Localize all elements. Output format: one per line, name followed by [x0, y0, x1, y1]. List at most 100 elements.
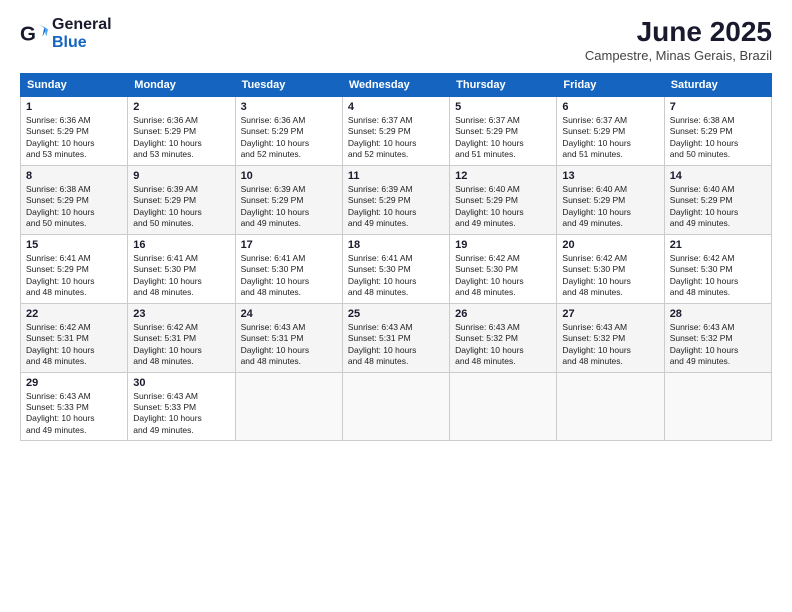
day-number: 3 [241, 101, 337, 113]
calendar-cell: 17 Sunrise: 6:41 AM Sunset: 5:30 PM Dayli… [235, 234, 342, 303]
location-subtitle: Campestre, Minas Gerais, Brazil [585, 48, 772, 63]
day-info: Sunrise: 6:41 AM Sunset: 5:30 PM Dayligh… [241, 253, 337, 299]
col-friday: Friday [557, 74, 664, 97]
day-number: 1 [26, 101, 122, 113]
day-info: Sunrise: 6:37 AM Sunset: 5:29 PM Dayligh… [455, 115, 551, 161]
calendar-cell: 9 Sunrise: 6:39 AM Sunset: 5:29 PM Daylig… [128, 165, 235, 234]
day-number: 6 [562, 101, 658, 113]
month-title: June 2025 [585, 16, 772, 48]
day-number: 25 [348, 308, 444, 320]
day-info: Sunrise: 6:39 AM Sunset: 5:29 PM Dayligh… [348, 184, 444, 230]
calendar-cell: 7Sunrise: 6:38 AM Sunset: 5:29 PM Daylig… [664, 97, 771, 166]
day-number: 12 [455, 170, 551, 182]
day-info: Sunrise: 6:43 AM Sunset: 5:32 PM Dayligh… [455, 322, 551, 368]
day-info: Sunrise: 6:42 AM Sunset: 5:30 PM Dayligh… [670, 253, 766, 299]
calendar-cell [342, 372, 449, 441]
calendar-cell [235, 372, 342, 441]
page-header: G General Blue June 2025 Campestre, Mina… [20, 16, 772, 63]
calendar-cell: 11 Sunrise: 6:39 AM Sunset: 5:29 PM Dayli… [342, 165, 449, 234]
calendar-cell: 3 Sunrise: 6:36 AM Sunset: 5:29 PM Daylig… [235, 97, 342, 166]
day-info: Sunrise: 6:42 AM Sunset: 5:30 PM Dayligh… [455, 253, 551, 299]
calendar-cell [557, 372, 664, 441]
calendar-week-3: 15 Sunrise: 6:41 AM Sunset: 5:29 PM Dayli… [21, 234, 772, 303]
day-number: 15 [26, 239, 122, 251]
calendar-table: Sunday Monday Tuesday Wednesday Thursday… [20, 73, 772, 441]
day-number: 14 [670, 170, 766, 182]
day-number: 11 [348, 170, 444, 182]
day-number: 9 [133, 170, 229, 182]
day-number: 19 [455, 239, 551, 251]
day-info: Sunrise: 6:43 AM Sunset: 5:33 PM Dayligh… [26, 391, 122, 437]
calendar-cell: 5Sunrise: 6:37 AM Sunset: 5:29 PM Daylig… [450, 97, 557, 166]
day-number: 27 [562, 308, 658, 320]
col-saturday: Saturday [664, 74, 771, 97]
day-info: Sunrise: 6:42 AM Sunset: 5:31 PM Dayligh… [133, 322, 229, 368]
day-number: 21 [670, 239, 766, 251]
calendar-cell: 19 Sunrise: 6:42 AM Sunset: 5:30 PM Dayli… [450, 234, 557, 303]
day-info: Sunrise: 6:37 AM Sunset: 5:29 PM Dayligh… [562, 115, 658, 161]
day-number: 23 [133, 308, 229, 320]
calendar-cell: 15 Sunrise: 6:41 AM Sunset: 5:29 PM Dayli… [21, 234, 128, 303]
svg-text:G: G [20, 22, 36, 45]
logo-blue-text: Blue [52, 34, 112, 52]
day-info: Sunrise: 6:36 AM Sunset: 5:29 PM Dayligh… [26, 115, 122, 161]
day-info: Sunrise: 6:38 AM Sunset: 5:29 PM Dayligh… [26, 184, 122, 230]
day-info: Sunrise: 6:39 AM Sunset: 5:29 PM Dayligh… [133, 184, 229, 230]
logo-icon: G [20, 20, 48, 48]
day-info: Sunrise: 6:43 AM Sunset: 5:32 PM Dayligh… [670, 322, 766, 368]
day-info: Sunrise: 6:43 AM Sunset: 5:31 PM Dayligh… [348, 322, 444, 368]
day-number: 4 [348, 101, 444, 113]
day-info: Sunrise: 6:37 AM Sunset: 5:29 PM Dayligh… [348, 115, 444, 161]
calendar-cell: 4 Sunrise: 6:37 AM Sunset: 5:29 PM Daylig… [342, 97, 449, 166]
calendar-cell: 30Sunrise: 6:43 AM Sunset: 5:33 PM Dayli… [128, 372, 235, 441]
day-number: 26 [455, 308, 551, 320]
day-number: 8 [26, 170, 122, 182]
calendar-week-4: 22Sunrise: 6:42 AM Sunset: 5:31 PM Dayli… [21, 303, 772, 372]
calendar-cell: 8 Sunrise: 6:38 AM Sunset: 5:29 PM Daylig… [21, 165, 128, 234]
day-number: 2 [133, 101, 229, 113]
logo: G General Blue [20, 16, 112, 51]
calendar-cell: 27 Sunrise: 6:43 AM Sunset: 5:32 PM Dayli… [557, 303, 664, 372]
calendar-week-1: 1 Sunrise: 6:36 AM Sunset: 5:29 PM Daylig… [21, 97, 772, 166]
day-number: 20 [562, 239, 658, 251]
day-number: 18 [348, 239, 444, 251]
calendar-cell: 2 Sunrise: 6:36 AM Sunset: 5:29 PM Daylig… [128, 97, 235, 166]
calendar-cell: 29 Sunrise: 6:43 AM Sunset: 5:33 PM Dayli… [21, 372, 128, 441]
day-info: Sunrise: 6:42 AM Sunset: 5:30 PM Dayligh… [562, 253, 658, 299]
day-info: Sunrise: 6:41 AM Sunset: 5:30 PM Dayligh… [133, 253, 229, 299]
calendar-cell: 26 Sunrise: 6:43 AM Sunset: 5:32 PM Dayli… [450, 303, 557, 372]
col-tuesday: Tuesday [235, 74, 342, 97]
calendar-cell: 21 Sunrise: 6:42 AM Sunset: 5:30 PM Dayli… [664, 234, 771, 303]
day-number: 17 [241, 239, 337, 251]
day-info: Sunrise: 6:43 AM Sunset: 5:33 PM Dayligh… [133, 391, 229, 437]
day-info: Sunrise: 6:43 AM Sunset: 5:32 PM Dayligh… [562, 322, 658, 368]
calendar-cell: 14Sunrise: 6:40 AM Sunset: 5:29 PM Dayli… [664, 165, 771, 234]
day-info: Sunrise: 6:39 AM Sunset: 5:29 PM Dayligh… [241, 184, 337, 230]
title-block: June 2025 Campestre, Minas Gerais, Brazi… [585, 16, 772, 63]
logo-general-text: General [52, 16, 112, 34]
day-info: Sunrise: 6:41 AM Sunset: 5:29 PM Dayligh… [26, 253, 122, 299]
calendar-cell: 23 Sunrise: 6:42 AM Sunset: 5:31 PM Dayli… [128, 303, 235, 372]
day-number: 28 [670, 308, 766, 320]
day-info: Sunrise: 6:36 AM Sunset: 5:29 PM Dayligh… [241, 115, 337, 161]
calendar-week-5: 29 Sunrise: 6:43 AM Sunset: 5:33 PM Dayli… [21, 372, 772, 441]
calendar-week-2: 8 Sunrise: 6:38 AM Sunset: 5:29 PM Daylig… [21, 165, 772, 234]
calendar-cell: 28 Sunrise: 6:43 AM Sunset: 5:32 PM Dayli… [664, 303, 771, 372]
day-info: Sunrise: 6:36 AM Sunset: 5:29 PM Dayligh… [133, 115, 229, 161]
day-number: 7 [670, 101, 766, 113]
day-info: Sunrise: 6:42 AM Sunset: 5:31 PM Dayligh… [26, 322, 122, 368]
calendar-cell: 20 Sunrise: 6:42 AM Sunset: 5:30 PM Dayli… [557, 234, 664, 303]
calendar-cell: 1 Sunrise: 6:36 AM Sunset: 5:29 PM Daylig… [21, 97, 128, 166]
calendar-cell: 16 Sunrise: 6:41 AM Sunset: 5:30 PM Dayli… [128, 234, 235, 303]
col-wednesday: Wednesday [342, 74, 449, 97]
day-info: Sunrise: 6:43 AM Sunset: 5:31 PM Dayligh… [241, 322, 337, 368]
day-number: 29 [26, 377, 122, 389]
calendar-cell: 10Sunrise: 6:39 AM Sunset: 5:29 PM Dayli… [235, 165, 342, 234]
calendar-cell: 6 Sunrise: 6:37 AM Sunset: 5:29 PM Daylig… [557, 97, 664, 166]
col-thursday: Thursday [450, 74, 557, 97]
calendar-header-row: Sunday Monday Tuesday Wednesday Thursday… [21, 74, 772, 97]
col-monday: Monday [128, 74, 235, 97]
day-number: 16 [133, 239, 229, 251]
day-number: 24 [241, 308, 337, 320]
day-info: Sunrise: 6:40 AM Sunset: 5:29 PM Dayligh… [562, 184, 658, 230]
